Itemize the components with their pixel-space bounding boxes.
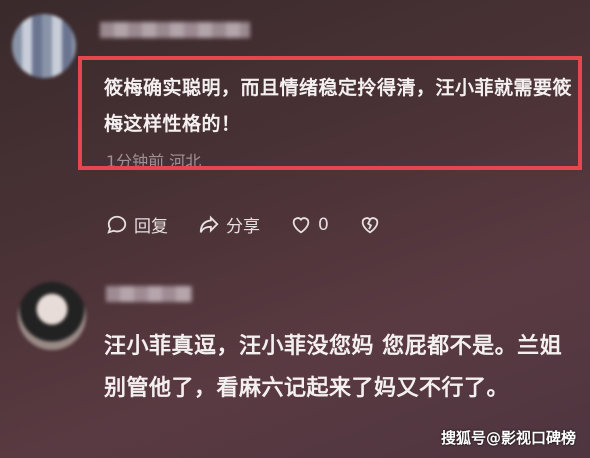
reply-label: 回复 xyxy=(134,217,168,237)
broken-heart-icon xyxy=(361,216,379,233)
reply-button[interactable]: 回复 xyxy=(106,212,168,237)
comment-actions: 回复 分享 0 xyxy=(106,212,387,237)
comment-text: 汪小菲真逗，汪小菲没您妈 您屁都不是。兰姐别管他了，看麻六记起来了妈又不行了。 xyxy=(104,334,563,401)
username-blurred[interactable] xyxy=(106,286,192,302)
reply-icon xyxy=(107,215,127,234)
like-button[interactable]: 0 xyxy=(290,214,329,236)
avatar[interactable] xyxy=(18,282,86,350)
highlight-box xyxy=(78,56,582,170)
watermark: 搜狐号@影视口碑榜 xyxy=(440,429,576,447)
share-icon xyxy=(199,214,219,233)
username-blurred[interactable] xyxy=(100,22,250,38)
avatar[interactable] xyxy=(12,14,76,78)
share-button[interactable]: 分享 xyxy=(198,212,260,237)
dislike-button[interactable] xyxy=(359,214,387,236)
like-count: 0 xyxy=(318,214,329,235)
heart-icon xyxy=(292,216,310,233)
share-label: 分享 xyxy=(226,217,260,237)
